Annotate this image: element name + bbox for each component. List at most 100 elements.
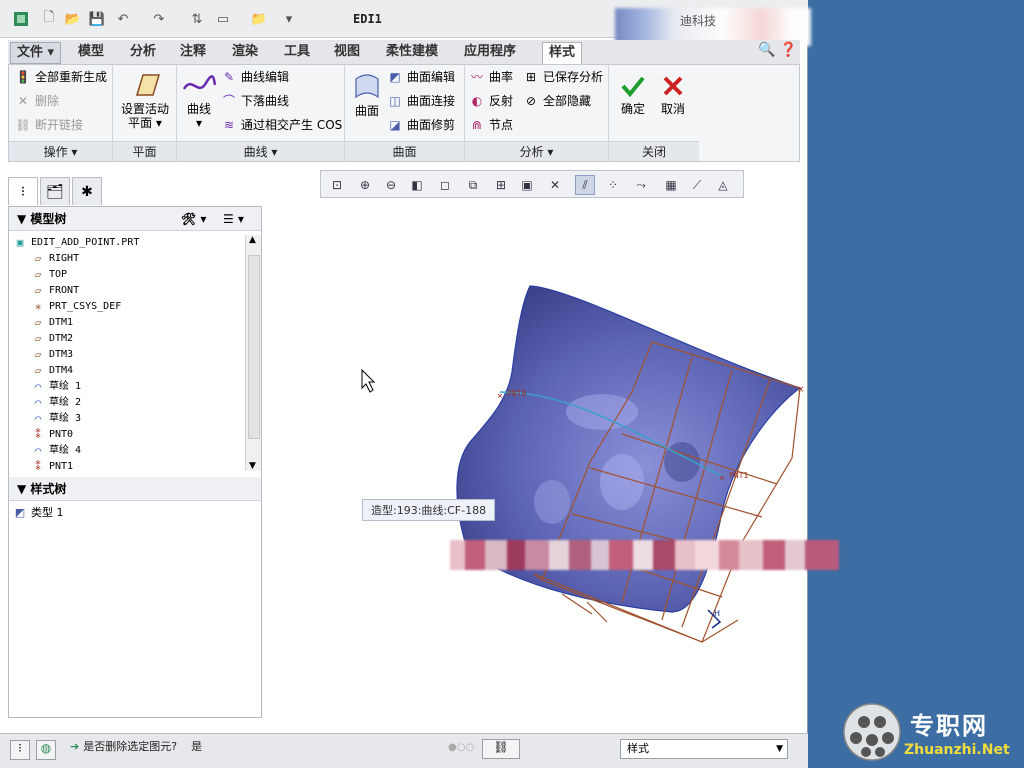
spin-center-icon[interactable]: ◬ (713, 175, 733, 195)
group-label-operations[interactable]: 操作 ▾ (9, 141, 112, 161)
new-file-icon[interactable]: 🗋 (40, 10, 58, 28)
collapse-icon[interactable]: ▼ (17, 482, 26, 496)
regeneration-icon[interactable]: ⛓ (482, 739, 520, 759)
surface-button[interactable]: 曲面 (349, 71, 385, 118)
tab-flexible-modeling[interactable]: 柔性建模 (380, 42, 444, 64)
tree-item[interactable]: ⌒ 草绘 4 (9, 443, 245, 459)
point-display-icon[interactable]: ⁘ (603, 175, 623, 195)
tangent-icon[interactable]: ⟋ (687, 175, 707, 195)
tree-item[interactable]: ▣ EDIT_ADD_POINT.PRT (9, 235, 245, 251)
browser-toggle-icon[interactable]: ◍ (36, 740, 56, 760)
tab-analysis[interactable]: 分析 (124, 42, 162, 64)
scroll-down-icon[interactable]: ▼ (249, 461, 256, 471)
favorites-tab-icon[interactable]: ✱ (72, 177, 102, 205)
tree-item[interactable]: ▱ DTM4 (9, 363, 245, 379)
drop-curve-button[interactable]: ⌒ 下落曲线 (221, 91, 289, 111)
tree-item[interactable]: ▱ RIGHT (9, 251, 245, 267)
selection-filter[interactable]: 样式 ▼ (620, 739, 788, 759)
tree-item[interactable]: ✳ PRT_CSYS_DEF (9, 299, 245, 315)
tree-item-label: DTM4 (49, 365, 74, 376)
group-label-analysis[interactable]: 分析 ▾ (465, 141, 608, 161)
surface-edit-button[interactable]: ◩ 曲面编辑 (387, 67, 455, 87)
tab-applications[interactable]: 应用程序 (458, 42, 522, 64)
tree-settings-icon[interactable]: 🛠 ▾ (181, 207, 206, 231)
tree-item-label: EDIT_ADD_POINT.PRT (31, 237, 140, 248)
app-icon[interactable] (12, 10, 30, 28)
tree-item[interactable]: ⌒ 草绘 2 (9, 395, 245, 411)
scroll-thumb[interactable] (248, 255, 260, 439)
svg-text:H: H (714, 609, 720, 618)
model-tree-scrollbar[interactable]: ▲ ▼ (245, 235, 261, 471)
curve-button[interactable]: 曲线 ▾ (179, 71, 219, 130)
tab-tools[interactable]: 工具 (278, 42, 316, 64)
tree-columns-icon[interactable]: ☰ ▾ (223, 207, 244, 231)
view-toolbar: ⊡ ⊕ ⊖ ◧ ◻ ⧉ ⊞ ▣ ✕ ⫽ ⁘ ⤳ ▦ ⟋ ◬ (320, 170, 744, 198)
tree-item[interactable]: ▱ TOP (9, 267, 245, 283)
search-icon[interactable]: 🔍 (758, 42, 775, 58)
csys-display-icon[interactable]: ⤳ (631, 175, 651, 195)
reflection-button[interactable]: ◐ 反射 (469, 91, 513, 111)
tab-style[interactable]: 样式 (542, 42, 583, 64)
style-tree: ◩ 类型 1 (9, 505, 245, 521)
style-tree-header[interactable]: ▼ 样式树 (9, 477, 261, 501)
style-tree-title: 样式树 (30, 482, 67, 496)
collapse-icon[interactable]: ▼ (17, 212, 26, 226)
tree-item[interactable]: ⌒ 草绘 3 (9, 411, 245, 427)
grid-display-icon[interactable]: ▦ (661, 175, 681, 195)
curve-edit-button[interactable]: ✎ 曲线编辑 (221, 67, 289, 87)
model-tree-tab-icon[interactable]: ⁝ (8, 177, 38, 205)
plane-display-icon[interactable]: ⫽ (575, 175, 595, 195)
repaint-icon[interactable]: ◧ (407, 175, 427, 195)
tab-model[interactable]: 模型 (72, 42, 110, 64)
sketch-icon: ⌒ (34, 444, 42, 457)
view-manager-icon[interactable]: ⊞ (491, 175, 511, 195)
perspective-icon[interactable]: ▣ (517, 175, 537, 195)
tree-toggle-icon[interactable]: ⁝ (10, 740, 30, 760)
hide-all-button[interactable]: ⊘ 全部隐藏 (523, 91, 591, 111)
tree-item[interactable]: ⁑ PNT1 (9, 459, 245, 471)
datum-display-icon[interactable]: ✕ (545, 175, 565, 195)
tab-file[interactable]: 文件 ▾ (10, 42, 62, 64)
tree-item[interactable]: ▱ DTM3 (9, 347, 245, 363)
undo-icon[interactable]: ↶ (114, 10, 132, 28)
regenerate-icon[interactable]: ⇅ (188, 10, 206, 28)
scroll-up-icon[interactable]: ▲ (249, 235, 256, 245)
surface-connect-button[interactable]: ◫ 曲面连接 (387, 91, 455, 111)
saved-analysis-button[interactable]: ⊞ 已保存分析 (523, 67, 603, 87)
tree-item[interactable]: ▱ FRONT (9, 283, 245, 299)
break-link-button[interactable]: ⛓ 断开链接 (15, 115, 83, 135)
folder-icon[interactable]: 📁 (250, 10, 268, 28)
open-file-icon[interactable]: 📂 (64, 10, 82, 28)
tab-view[interactable]: 视图 (328, 42, 366, 64)
tab-render[interactable]: 渲染 (226, 42, 264, 64)
zoom-out-icon[interactable]: ⊖ (381, 175, 401, 195)
refit-icon[interactable]: ⊡ (327, 175, 347, 195)
cos-intersect-button[interactable]: ≋ 通过相交产生 COS (221, 115, 342, 135)
help-icon[interactable]: ❓ (780, 42, 797, 58)
cancel-button[interactable]: 取消 (655, 73, 691, 116)
nodes-button[interactable]: ⋒ 节点 (469, 115, 513, 135)
tree-item[interactable]: ▱ DTM2 (9, 331, 245, 347)
redo-icon[interactable]: ↷ (150, 10, 168, 28)
curvature-button[interactable]: 〰曲率 (469, 67, 513, 87)
display-style-icon[interactable]: ◻ (435, 175, 455, 195)
delete-button[interactable]: ✕ 删除 (15, 91, 59, 111)
set-active-plane-button[interactable]: 设置活动 平面 ▾ (117, 71, 173, 130)
customize-qat-icon[interactable]: ▾ (280, 10, 298, 28)
tree-item[interactable]: ⌒ 草绘 1 (9, 379, 245, 395)
ok-button[interactable]: 确定 (615, 73, 651, 116)
group-label-curves[interactable]: 曲线 ▾ (177, 141, 344, 161)
tab-annotate[interactable]: 注释 (174, 42, 212, 64)
zoom-in-icon[interactable]: ⊕ (355, 175, 375, 195)
graphics-area[interactable]: × PNT0 × PNT1 × H (272, 202, 806, 732)
windows-icon[interactable]: ▭ (214, 10, 232, 28)
folder-browser-tab-icon[interactable]: 🗂 (40, 177, 70, 205)
saved-orientations-icon[interactable]: ⧉ (463, 175, 483, 195)
tree-item[interactable]: ⁑ PNT0 (9, 427, 245, 443)
model-tree-header[interactable]: ▼ 模型树 🛠 ▾ ☰ ▾ (9, 207, 261, 231)
tree-item[interactable]: ▱ DTM1 (9, 315, 245, 331)
regenerate-all-button[interactable]: 🚦 全部重新生成 (15, 67, 108, 87)
surface-trim-button[interactable]: ◪ 曲面修剪 (387, 115, 455, 135)
save-icon[interactable]: 💾 (88, 10, 106, 28)
tree-item[interactable]: ◩ 类型 1 (9, 505, 245, 521)
